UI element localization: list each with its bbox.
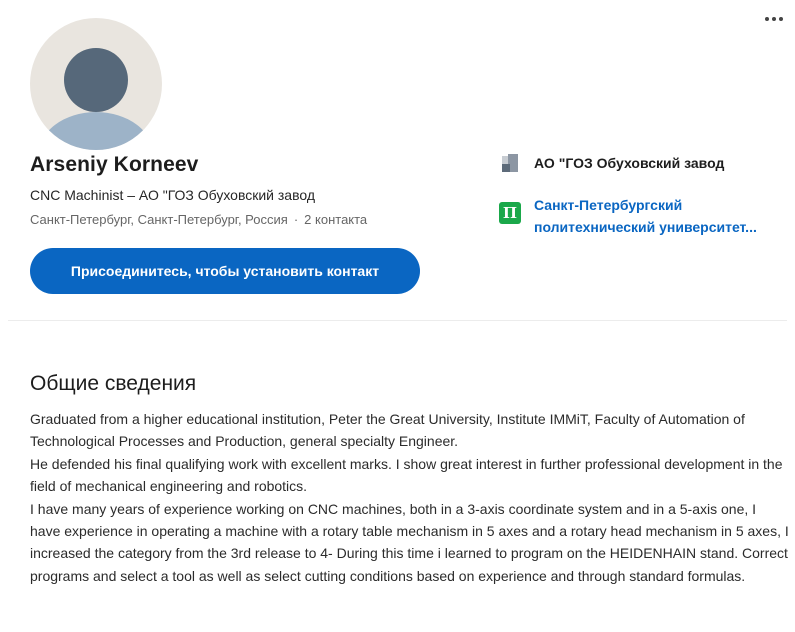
more-dots-icon xyxy=(765,17,783,21)
profile-name: Arseniy Korneev xyxy=(30,153,199,176)
profile-location: Санкт-Петербург, Санкт-Петербург, Россия xyxy=(30,212,288,227)
more-options-button[interactable] xyxy=(760,12,788,26)
school-link[interactable]: Π Санкт-Петербургский политехнический ун… xyxy=(499,194,794,238)
about-paragraph: He defended his final qualifying work wi… xyxy=(30,455,783,495)
connect-button[interactable]: Присоединитесь, чтобы установить контакт xyxy=(30,248,420,294)
company-logo-icon xyxy=(499,152,521,174)
about-title: Общие сведения xyxy=(30,372,197,395)
about-paragraph: I have many years of experience working … xyxy=(30,500,789,584)
avatar[interactable] xyxy=(30,18,162,150)
school-name: Санкт-Петербургский политехнический унив… xyxy=(534,197,757,235)
connections-count: 2 контакта xyxy=(304,212,368,227)
company-name: АО "ГОЗ Обуховский завод xyxy=(534,155,725,171)
school-logo-icon: Π xyxy=(499,202,521,224)
profile-location-line: Санкт-Петербург, Санкт-Петербург, Россия… xyxy=(30,212,367,227)
about-paragraph: Graduated from a higher educational inst… xyxy=(30,411,745,450)
current-company-link[interactable]: АО "ГОЗ Обуховский завод xyxy=(499,152,724,174)
default-avatar-icon xyxy=(30,18,162,150)
profile-headline: CNC Machinist – АО "ГОЗ Обуховский завод xyxy=(30,187,316,203)
separator-dot: · xyxy=(293,212,299,227)
about-text: Graduated from a higher educational inst… xyxy=(30,408,790,587)
